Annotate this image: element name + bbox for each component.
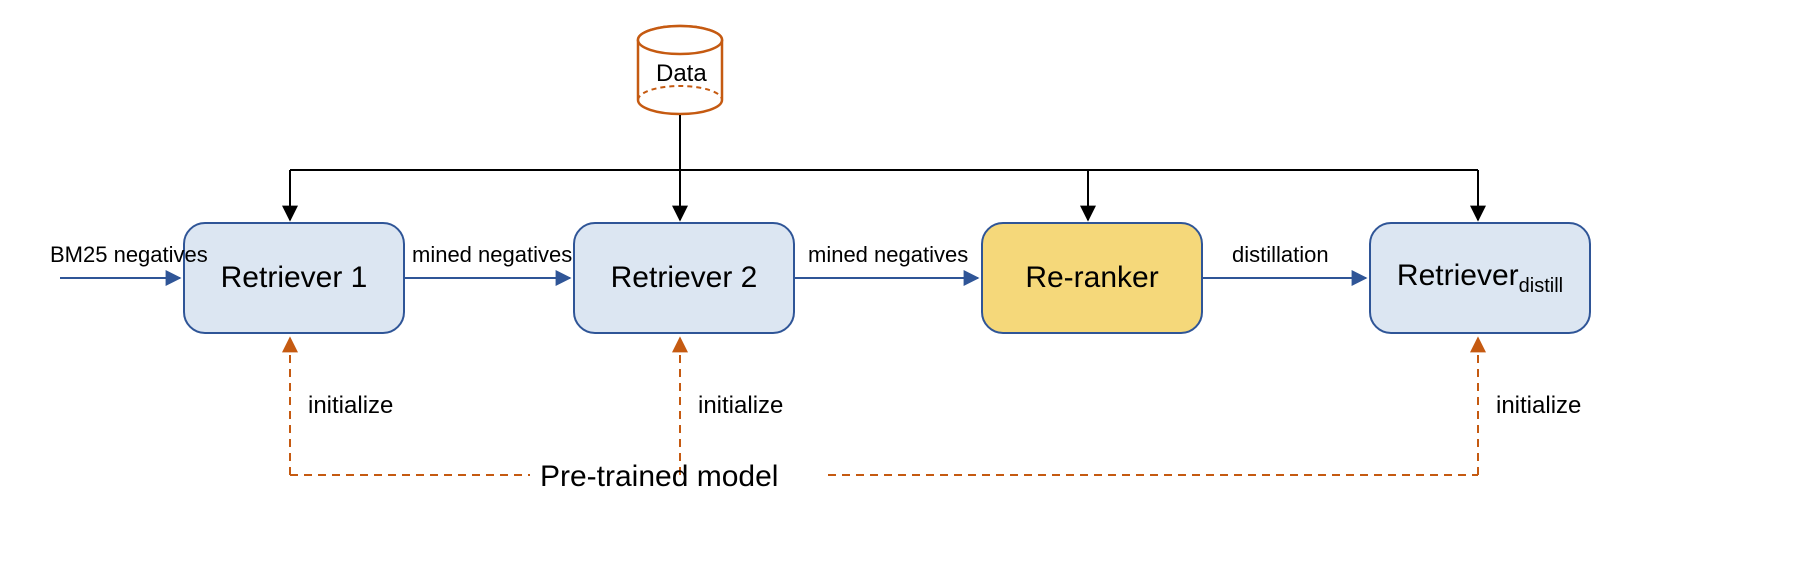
mined-negatives-1-label: mined negatives (412, 242, 572, 268)
retriever-2-box: Retriever 2 (573, 222, 795, 334)
retriever-distill-sub: distill (1519, 275, 1563, 297)
distillation-label: distillation (1232, 242, 1329, 268)
initialize-2-label: initialize (698, 392, 783, 420)
reranker-box: Re-ranker (981, 222, 1203, 334)
mined-negatives-2-label: mined negatives (808, 242, 968, 268)
retriever-distill-main: Retriever (1397, 259, 1519, 292)
bm25-label: BM25 negatives (50, 242, 208, 268)
retriever-1-label: Retriever 1 (221, 261, 368, 295)
reranker-label: Re-ranker (1025, 261, 1158, 295)
diagram-canvas: Data Retriever 1 Retriever 2 Re-ranker R… (0, 0, 1808, 569)
retriever-2-label: Retriever 2 (611, 261, 758, 295)
initialize-3-label: initialize (1496, 392, 1581, 420)
data-cylinder-label: Data (656, 60, 707, 88)
pretrained-model-label: Pre-trained model (540, 460, 778, 494)
retriever-distill-box: Retrieverdistill (1369, 222, 1591, 334)
retriever-1-box: Retriever 1 (183, 222, 405, 334)
initialize-1-label: initialize (308, 392, 393, 420)
retriever-distill-label: Retrieverdistill (1397, 259, 1563, 298)
